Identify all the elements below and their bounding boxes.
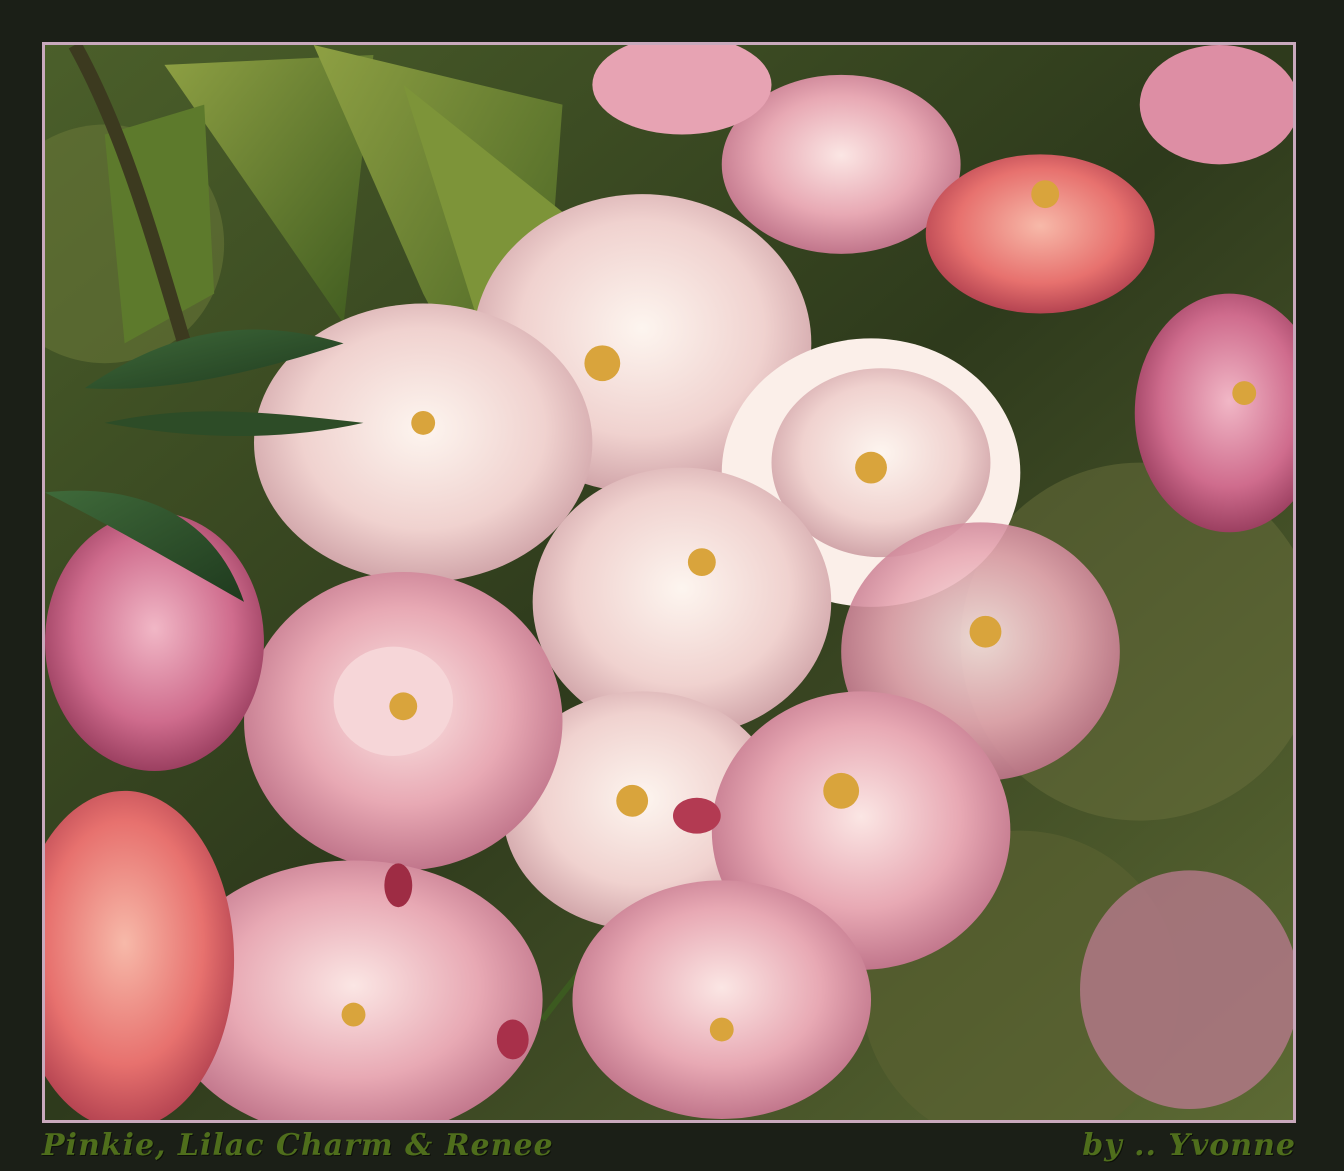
photo-credit: by .. Yvonne xyxy=(1082,1128,1296,1163)
photo-title: Pinkie, Lilac Charm & Renee xyxy=(42,1128,554,1163)
photo xyxy=(42,42,1296,1123)
rose-photo-image xyxy=(45,45,1293,1120)
photo-frame: Pinkie, Lilac Charm & Renee by .. Yvonne xyxy=(0,0,1344,1171)
